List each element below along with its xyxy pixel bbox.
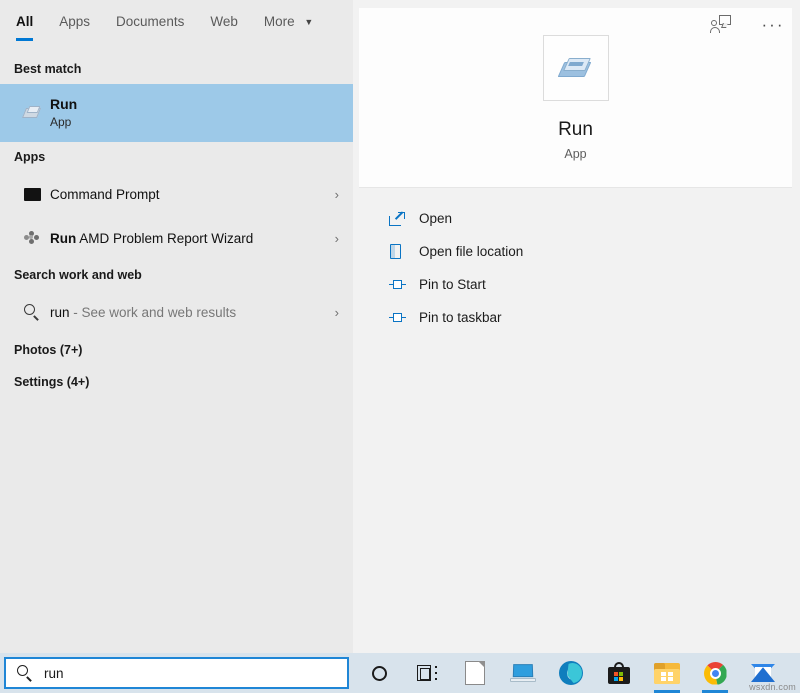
result-title: Run [50, 96, 339, 113]
result-text: Run App [50, 96, 339, 130]
result-row-best-match-run[interactable]: Run App [0, 84, 353, 142]
matched-prefix: Run [50, 231, 76, 246]
action-open[interactable]: Open [359, 202, 792, 235]
preview-actions: Open Open file location Pin to Start [359, 188, 792, 334]
preview-title: Run [558, 119, 593, 141]
action-label: Pin to taskbar [419, 310, 502, 325]
pc-app-button[interactable] [499, 653, 547, 693]
tab-documents[interactable]: Documents [116, 14, 184, 43]
preview-subtitle: App [564, 147, 586, 161]
apps-header: Apps [0, 142, 353, 172]
tab-more[interactable]: More ▼ [264, 14, 313, 43]
action-label: Open [419, 211, 452, 226]
mail-icon [751, 664, 775, 682]
best-match-header: Best match [0, 54, 353, 84]
result-title-rest: AMD Problem Report Wizard [76, 231, 253, 246]
edge-icon [559, 661, 583, 685]
tab-apps-label: Apps [59, 14, 90, 29]
search-icon [14, 303, 50, 321]
pin-icon [389, 311, 419, 325]
search-input-value: run [44, 666, 64, 681]
app-preview-pane: ··· Run App Open [353, 0, 800, 653]
command-prompt-icon [14, 188, 50, 201]
taskbar: run [0, 653, 800, 693]
result-row-web-search[interactable]: run - See work and web results › [0, 290, 353, 334]
tab-documents-label: Documents [116, 14, 184, 29]
search-flyout-screen: All Apps Documents Web More ▼ Best match [0, 0, 800, 693]
result-title: Command Prompt [50, 186, 323, 203]
chevron-down-icon: ▼ [304, 17, 313, 27]
open-external-icon [389, 212, 419, 226]
chrome-button[interactable] [691, 653, 739, 693]
tab-web-label: Web [210, 14, 238, 29]
search-results-pane: All Apps Documents Web More ▼ Best match [0, 0, 353, 653]
open-file-location-icon [389, 244, 419, 260]
chevron-right-icon[interactable]: › [323, 232, 339, 245]
action-label: Open file location [419, 244, 523, 259]
result-row-run-amd-wizard[interactable]: Run AMD Problem Report Wizard › [0, 216, 353, 260]
result-text: Run AMD Problem Report Wizard [50, 230, 323, 247]
run-app-icon [14, 104, 50, 122]
tab-apps[interactable]: Apps [59, 14, 90, 43]
search-work-and-web-header: Search work and web [0, 260, 353, 290]
search-icon [16, 664, 34, 682]
taskbar-search-input[interactable]: run [4, 657, 349, 689]
pin-icon [389, 278, 419, 292]
tab-web[interactable]: Web [210, 14, 238, 43]
ellipsis-glyph: ··· [762, 16, 785, 33]
run-app-icon-large [543, 35, 609, 101]
web-query-suffix: - See work and web results [70, 305, 237, 320]
windows-search-flyout: All Apps Documents Web More ▼ Best match [0, 0, 800, 653]
result-text: run - See work and web results [50, 304, 323, 321]
laptop-icon [510, 663, 536, 683]
settings-header[interactable]: Settings (4+) [0, 366, 353, 398]
action-pin-to-taskbar[interactable]: Pin to taskbar [359, 301, 792, 334]
chevron-right-icon[interactable]: › [323, 306, 339, 319]
cortana-button[interactable] [355, 653, 403, 693]
result-title: run - See work and web results [50, 304, 323, 321]
task-view-icon [417, 665, 437, 681]
taskbar-icons [355, 653, 787, 693]
amd-icon [14, 230, 50, 246]
chevron-right-icon[interactable]: › [323, 188, 339, 201]
result-row-command-prompt[interactable]: Command Prompt › [0, 172, 353, 216]
feedback-person-icon[interactable] [704, 8, 738, 40]
file-explorer-button[interactable] [643, 653, 691, 693]
tab-all[interactable]: All [16, 14, 33, 43]
tab-more-label: More [264, 14, 295, 29]
result-subtitle: App [50, 114, 339, 130]
action-open-file-location[interactable]: Open file location [359, 235, 792, 268]
tab-all-label: All [16, 14, 33, 29]
cortana-circle-icon [372, 666, 387, 681]
action-pin-to-start[interactable]: Pin to Start [359, 268, 792, 301]
filter-tabs: All Apps Documents Web More ▼ [0, 0, 353, 54]
file-explorer-icon [654, 663, 680, 684]
result-title: Run AMD Problem Report Wizard [50, 230, 323, 247]
microsoft-store-icon [608, 662, 630, 684]
header-actions: ··· [704, 8, 790, 40]
web-query-text: run [50, 305, 70, 320]
photos-header[interactable]: Photos (7+) [0, 334, 353, 366]
store-button[interactable] [595, 653, 643, 693]
document-app-button[interactable] [451, 653, 499, 693]
watermark: wsxdn.com [749, 682, 796, 692]
document-icon [465, 661, 485, 685]
chrome-icon [704, 662, 727, 685]
action-label: Pin to Start [419, 277, 486, 292]
result-text: Command Prompt [50, 186, 323, 203]
task-view-button[interactable] [403, 653, 451, 693]
ellipsis-icon[interactable]: ··· [756, 8, 790, 40]
edge-button[interactable] [547, 653, 595, 693]
